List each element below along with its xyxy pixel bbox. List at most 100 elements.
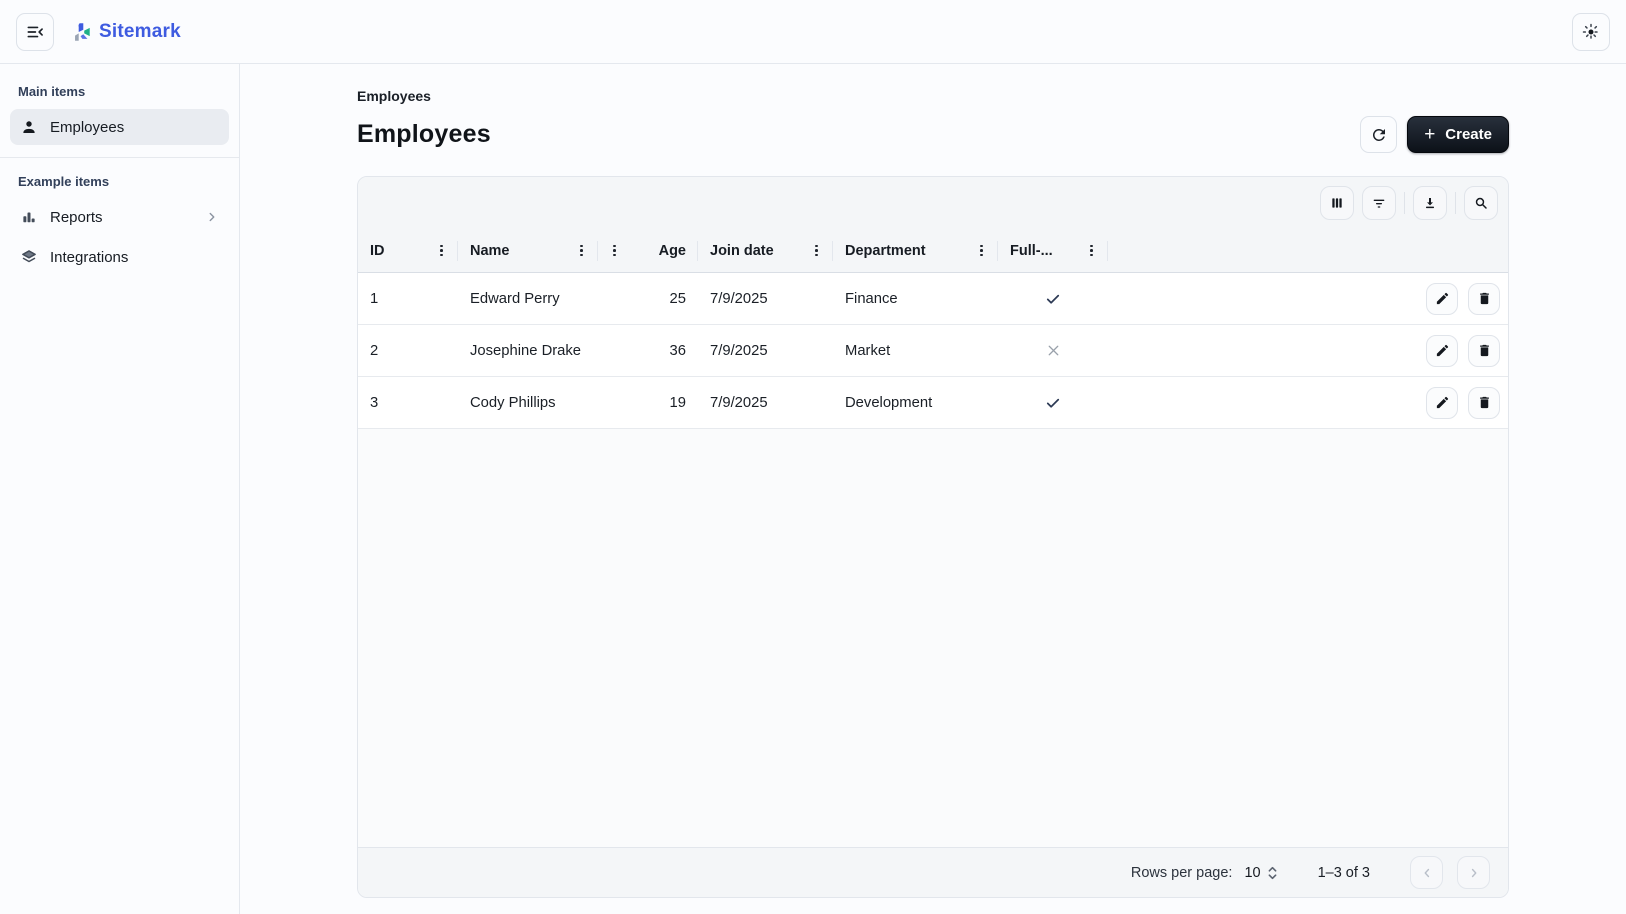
plus-icon: + [1424, 125, 1435, 144]
cell-join-date: 7/9/2025 [698, 291, 833, 307]
chevron-right-icon [205, 210, 219, 224]
column-label: Age [659, 243, 686, 259]
brand-logo[interactable]: Sitemark [70, 21, 181, 43]
rows-per-page-value: 10 [1244, 865, 1260, 881]
toolbar-divider [1404, 192, 1405, 214]
cell-department: Market [833, 343, 998, 359]
cell-full-time [998, 290, 1108, 308]
pencil-icon [1435, 395, 1450, 410]
cell-age: 19 [598, 395, 698, 411]
cell-join-date: 7/9/2025 [698, 343, 833, 359]
column-label: Name [470, 243, 510, 259]
sidebar-item-label: Integrations [50, 249, 128, 266]
column-menu-icon[interactable] [437, 242, 446, 260]
cell-age: 36 [598, 343, 698, 359]
column-header-full-time[interactable]: Full-... [998, 229, 1108, 272]
create-button-label: Create [1445, 126, 1492, 143]
cell-age: 25 [598, 291, 698, 307]
trash-icon [1477, 343, 1492, 358]
delete-button[interactable] [1468, 335, 1500, 367]
create-button[interactable]: + Create [1407, 116, 1509, 153]
menu-toggle-button[interactable] [16, 13, 54, 51]
sidebar-item-employees[interactable]: Employees [10, 109, 229, 145]
sidebar-divider [0, 157, 239, 158]
cell-full-time [998, 394, 1108, 412]
pencil-icon [1435, 343, 1450, 358]
edit-button[interactable] [1426, 387, 1458, 419]
column-label: Department [845, 243, 926, 259]
previous-page-button[interactable] [1410, 856, 1443, 889]
table-row[interactable]: 3 Cody Phillips 19 7/9/2025 Development [358, 377, 1508, 429]
columns-button[interactable] [1320, 186, 1354, 220]
chevron-left-icon [1420, 866, 1434, 880]
columns-icon [1329, 195, 1345, 211]
edit-button[interactable] [1426, 335, 1458, 367]
column-label: Full-... [1010, 243, 1053, 259]
column-header-name[interactable]: Name [458, 229, 598, 272]
delete-button[interactable] [1468, 387, 1500, 419]
column-header-age[interactable]: Age [598, 229, 698, 272]
column-menu-icon[interactable] [812, 242, 821, 260]
topbar: Sitemark [0, 0, 1626, 64]
cell-name: Josephine Drake [458, 343, 598, 359]
column-menu-icon[interactable] [577, 242, 586, 260]
select-arrows-icon [1267, 865, 1278, 881]
sun-icon [1581, 22, 1601, 42]
sidebar-section-main-items: Main items [10, 78, 229, 105]
cell-department: Finance [833, 291, 998, 307]
menu-open-icon [25, 22, 45, 42]
column-header-id[interactable]: ID [358, 229, 458, 272]
check-icon [1044, 394, 1062, 412]
rows-per-page-select[interactable]: 10 [1244, 865, 1277, 881]
column-menu-icon[interactable] [610, 242, 619, 260]
cell-id: 2 [358, 343, 458, 359]
table-row[interactable]: 1 Edward Perry 25 7/9/2025 Finance [358, 273, 1508, 325]
sidebar-item-label: Reports [50, 209, 103, 226]
cell-name: Edward Perry [458, 291, 598, 307]
cell-department: Development [833, 395, 998, 411]
column-menu-icon[interactable] [977, 242, 986, 260]
search-icon [1473, 195, 1489, 211]
column-label: Join date [710, 243, 774, 259]
export-button[interactable] [1413, 186, 1447, 220]
x-icon [1045, 342, 1062, 359]
grid-header-row: ID Name Age Join date [358, 229, 1508, 273]
column-menu-icon[interactable] [1087, 242, 1096, 260]
pagination-range: 1–3 of 3 [1318, 865, 1370, 881]
sidebar-item-integrations[interactable]: Integrations [10, 239, 229, 275]
next-page-button[interactable] [1457, 856, 1490, 889]
column-label: ID [370, 243, 385, 259]
filter-button[interactable] [1362, 186, 1396, 220]
sidebar-section-example-items: Example items [10, 168, 229, 195]
breadcrumb: Employees [357, 88, 1509, 104]
layers-icon [20, 248, 38, 266]
trash-icon [1477, 291, 1492, 306]
column-header-join-date[interactable]: Join date [698, 229, 833, 272]
delete-button[interactable] [1468, 283, 1500, 315]
table-row[interactable]: 2 Josephine Drake 36 7/9/2025 Market [358, 325, 1508, 377]
cell-join-date: 7/9/2025 [698, 395, 833, 411]
cell-id: 1 [358, 291, 458, 307]
sidebar-item-reports[interactable]: Reports [10, 199, 229, 235]
grid-empty-area [358, 429, 1508, 847]
pencil-icon [1435, 291, 1450, 306]
grid-pagination: Rows per page: 10 1–3 of 3 [358, 847, 1508, 897]
edit-button[interactable] [1426, 283, 1458, 315]
search-button[interactable] [1464, 186, 1498, 220]
sitemark-logo-icon [70, 21, 92, 43]
filter-icon [1371, 195, 1387, 211]
brand-name: Sitemark [99, 21, 181, 43]
theme-toggle-button[interactable] [1572, 13, 1610, 51]
column-header-department[interactable]: Department [833, 229, 998, 272]
refresh-button[interactable] [1360, 116, 1397, 153]
bar-chart-icon [20, 208, 38, 226]
cell-full-time [998, 342, 1108, 359]
page-title: Employees [357, 120, 491, 149]
sidebar-item-label: Employees [50, 119, 124, 136]
cell-name: Cody Phillips [458, 395, 598, 411]
main-content: Employees Employees + Create [240, 64, 1626, 914]
person-icon [20, 118, 38, 136]
sidebar: Main items Employees Example items Repor… [0, 64, 240, 914]
toolbar-divider [1455, 192, 1456, 214]
grid-toolbar [358, 177, 1508, 229]
